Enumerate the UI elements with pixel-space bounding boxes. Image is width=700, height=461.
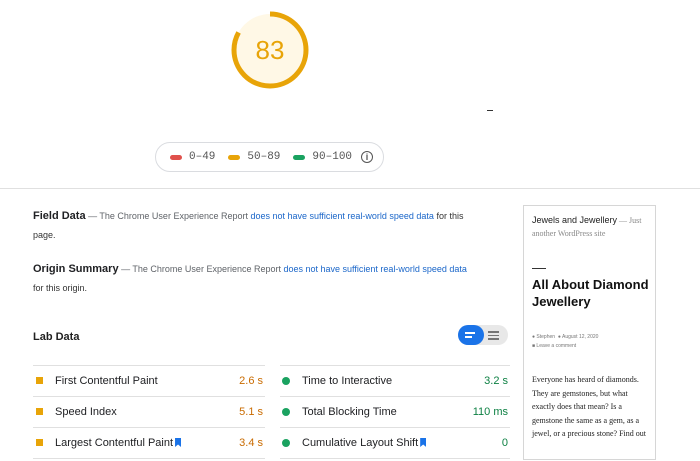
origin-summary-title: Origin Summary [33, 263, 119, 275]
metric-value: 2.6 s [239, 374, 263, 387]
metric-label: Largest Contentful Paint [55, 436, 174, 449]
section-divider [0, 188, 700, 189]
post-meta: ● Stephen ● August 12, 2020 ■ Leave a co… [532, 333, 652, 351]
metric-value: 3.2 s [484, 374, 508, 387]
legend-swatch-pass [293, 154, 306, 160]
metric-first-contentful-paint: First Contentful Paint 2.6 s [33, 365, 265, 396]
metric-label: Speed Index [55, 405, 117, 418]
legend-swatch-average [228, 154, 241, 160]
cursor-mark [487, 110, 493, 111]
origin-summary-section: Origin Summary — The Chrome User Experie… [33, 259, 473, 297]
lab-data-title: Lab Data [33, 331, 80, 343]
page-screenshot-thumbnail: Jewels and Jewellery — Just another Word… [523, 205, 656, 460]
average-square-icon [36, 408, 43, 415]
title-rule [532, 268, 546, 269]
field-data-title: Field Data [33, 210, 86, 222]
legend-label-pass: 90–100 [312, 151, 353, 163]
origin-summary-prefix: — The Chrome User Experience Report [118, 264, 284, 274]
metric-largest-contentful-paint: Largest Contentful Paint 3.4 s [33, 427, 265, 458]
site-title-text: Jewels and Jewellery [532, 215, 618, 225]
origin-summary-suffix: for this origin. [33, 283, 88, 293]
metric-value: 110 ms [472, 405, 508, 418]
post-author: Stephen [536, 334, 556, 340]
average-square-icon [36, 439, 43, 446]
field-data-prefix: — The Chrome User Experience Report [85, 211, 251, 221]
metric-label: First Contentful Paint [55, 374, 158, 387]
legend-item-average: 50–89 [228, 151, 280, 163]
metric-divider [280, 458, 510, 459]
average-square-icon [36, 377, 43, 384]
pass-circle-icon [282, 407, 290, 416]
metric-label: Total Blocking Time [302, 405, 397, 418]
clock-icon: ● [557, 334, 561, 340]
field-data-section: Field Data — The Chrome User Experience … [33, 206, 473, 244]
pass-circle-icon [282, 438, 290, 447]
metric-total-blocking-time: Total Blocking Time 110 ms [280, 396, 510, 427]
pass-circle-icon [282, 376, 290, 385]
legend-swatch-fail [170, 154, 182, 160]
post-title: All About Diamond Jewellery [532, 277, 649, 309]
post-excerpt: Everyone has heard of diamonds. They are… [532, 375, 646, 438]
bookmark-icon[interactable] [175, 438, 182, 447]
legend-item-fail: 0–49 [170, 151, 215, 163]
metric-label: Cumulative Layout Shift [302, 436, 419, 449]
metric-value: 0 [501, 436, 508, 449]
metric-divider [33, 458, 265, 459]
legend-item-pass: 90–100 [293, 151, 352, 163]
bookmark-icon[interactable] [420, 438, 427, 447]
field-data-link[interactable]: does not have sufficient real-world spee… [250, 211, 433, 221]
post-date: August 12, 2020 [562, 334, 599, 340]
post-comment-link: Leave a comment [536, 343, 577, 349]
metric-speed-index: Speed Index 5.1 s [33, 396, 265, 427]
metric-cumulative-layout-shift: Cumulative Layout Shift 0 [280, 427, 510, 458]
metric-value: 5.1 s [239, 405, 263, 418]
score-legend: 0–49 50–89 90–100 i [155, 142, 384, 172]
metric-value: 3.4 s [239, 436, 263, 449]
expanded-view-icon[interactable] [458, 325, 484, 345]
metric-time-to-interactive: Time to Interactive 3.2 s [280, 365, 510, 396]
performance-score-value: 83 [255, 35, 285, 65]
author-icon: ● [532, 334, 536, 340]
legend-label-average: 50–89 [247, 151, 281, 163]
comment-icon: ■ [532, 343, 536, 349]
list-view-icon[interactable] [486, 325, 506, 345]
metric-label: Time to Interactive [302, 374, 393, 387]
legend-label-fail: 0–49 [189, 151, 216, 163]
site-title: Jewels and Jewellery — Just another Word… [532, 214, 650, 240]
origin-summary-link[interactable]: does not have sufficient real-world spee… [283, 264, 466, 274]
info-icon[interactable]: i [361, 151, 374, 163]
